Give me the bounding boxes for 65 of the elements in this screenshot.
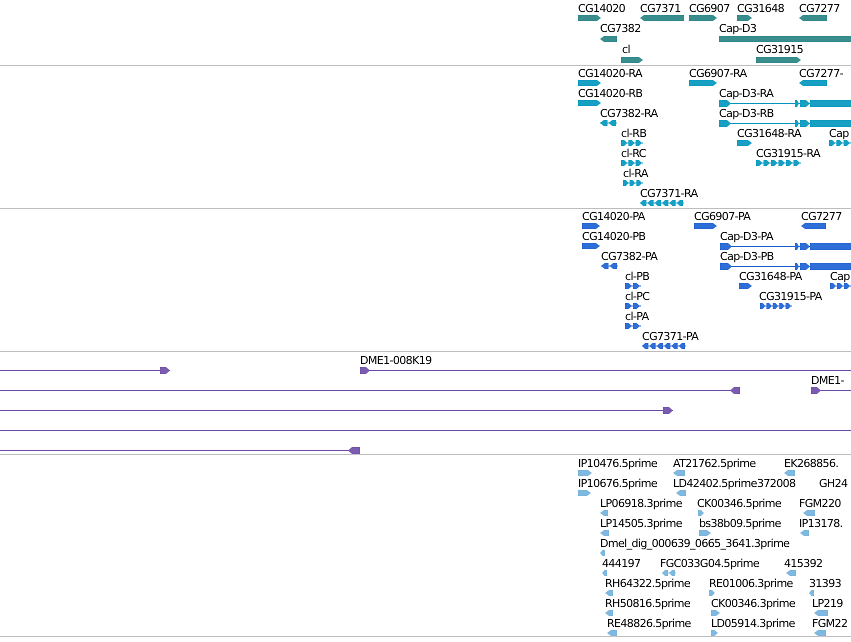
feature-label: Cap — [829, 127, 849, 141]
feature-label: RE01006.3prime — [709, 577, 793, 591]
feature-label: LD42402.5prime — [673, 477, 757, 491]
feature-label: CG14020-RB — [578, 87, 642, 101]
feature-label: Cap — [830, 270, 850, 284]
feature-label: CK00346.3prime — [711, 597, 796, 611]
feature-label: CG14020-PB — [582, 230, 646, 244]
feature-label: Cap-D3-PB — [720, 250, 774, 264]
feature-label: CG31915-PA — [759, 290, 822, 304]
feature-label: AT21762.5prime — [673, 457, 756, 471]
feature-label: DME1-008K19 — [360, 354, 432, 368]
feature-label: cl-PA — [625, 310, 649, 324]
feature-label: IP10676.5prime — [578, 477, 658, 491]
feature-label: CG14020-PA — [582, 210, 645, 224]
feature-label: CG7277- — [799, 67, 843, 81]
feature-label: Cap-D3-RA — [719, 87, 774, 101]
feature-label: CG31648-RA — [737, 127, 801, 141]
feature-label: CG31648 — [737, 2, 784, 16]
feature-label: CG7382-RA — [600, 107, 658, 121]
feature-label: LP219 — [812, 597, 843, 611]
feature-label: 415392 — [784, 557, 822, 571]
feature-label: cl-RB — [621, 127, 646, 141]
feature-label: CG14020-RA — [578, 67, 642, 81]
feature-label: cl-RA — [623, 167, 648, 181]
feature-label: IP13178. — [799, 517, 843, 531]
feature-label: CG6907-RA — [689, 67, 746, 81]
feature-label: 372008 — [757, 477, 796, 491]
feature-label: CG7382 — [600, 22, 641, 36]
feature-label: DME1- — [811, 374, 844, 388]
feature-label: Cap-D3-PA — [720, 230, 773, 244]
feature-label: CG14020 — [578, 2, 625, 16]
feature-label: CG31915-RA — [756, 147, 820, 161]
feature-label: CG7382-PA — [601, 250, 658, 264]
feature-label: CG6907 — [689, 2, 730, 16]
feature-label: EK268856. — [784, 457, 838, 471]
feature-label: IP10476.5prime — [578, 457, 658, 471]
feature-label: CK00346.5prime — [697, 497, 782, 511]
feature-label: cl-PC — [625, 290, 650, 304]
feature-label: LD05914.3prime — [711, 617, 795, 631]
feature-label: LP14505.3prime — [600, 517, 682, 531]
feature-label: CG7371-RA — [640, 187, 698, 201]
feature-label: GH24 — [819, 477, 848, 491]
feature-label: CG7371 — [640, 2, 681, 16]
feature-label: CG6907-PA — [694, 210, 750, 224]
feature-label: LP06918.3prime — [600, 497, 682, 511]
feature-label: FGC033G04.5prime — [660, 557, 759, 571]
feature-label: 31393 — [809, 577, 841, 591]
feature-label: FGM22 — [812, 617, 848, 631]
feature-label: RH50816.5prime — [605, 597, 690, 611]
feature-label: Dmel_dig_000639_0665_3641.3prime — [600, 537, 790, 551]
feature-label: FGM220 — [799, 497, 841, 511]
feature-label: bs38b09.5prime — [699, 517, 781, 531]
feature-label: CG7277 — [799, 2, 840, 16]
feature-label: Cap-D3-RB — [719, 107, 774, 121]
feature-label: 444197 — [602, 557, 640, 571]
feature-label: CG7277 — [801, 210, 842, 224]
feature-label: cl-RC — [621, 147, 646, 161]
feature-label: cl — [622, 43, 630, 57]
feature-label: CG31915 — [756, 43, 803, 57]
feature-label: RH64322.5prime — [605, 577, 690, 591]
feature-label: Cap-D3 — [719, 22, 756, 36]
feature-label: cl-PB — [625, 270, 650, 284]
feature-label: CG7371-PA — [642, 330, 698, 344]
feature-label: RE48826.5prime — [607, 617, 691, 631]
feature-label: CG31648-PA — [739, 270, 802, 284]
